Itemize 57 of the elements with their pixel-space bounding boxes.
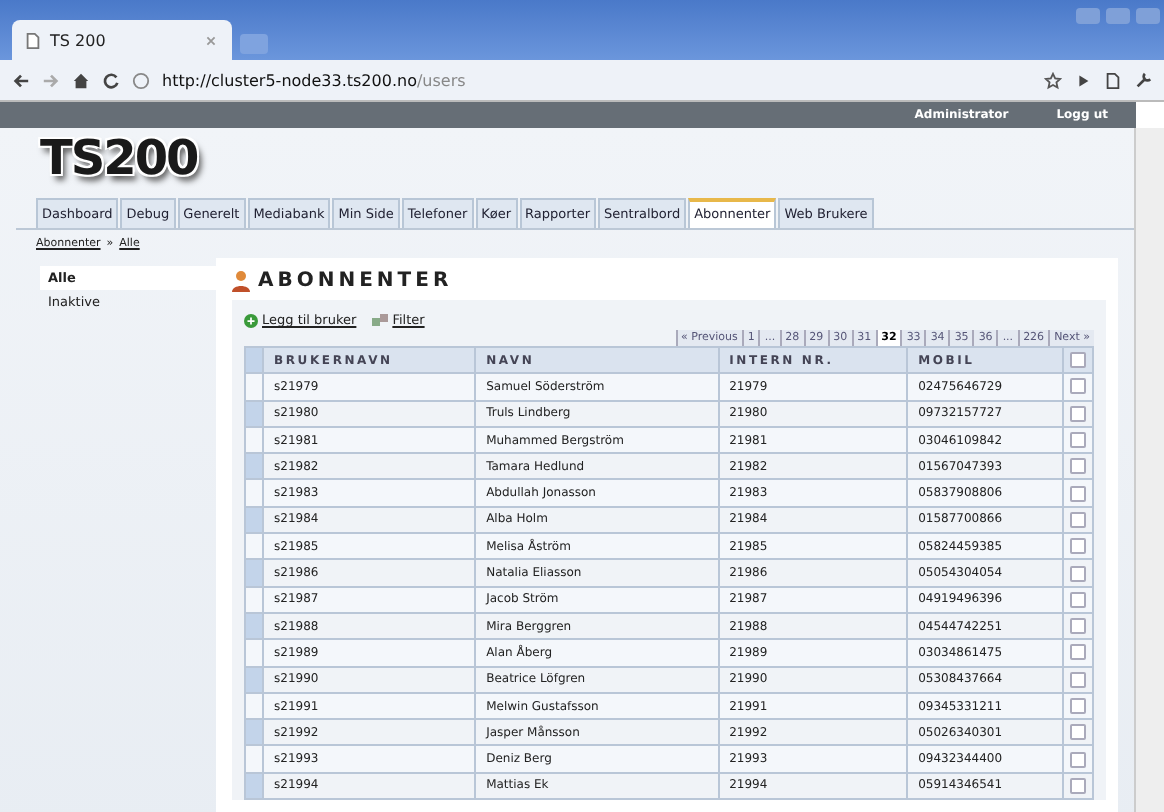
row-checkbox[interactable]	[1070, 777, 1086, 794]
wrench-icon[interactable]	[1134, 71, 1152, 89]
select-all-checkbox[interactable]	[1070, 352, 1086, 369]
row-checkbox[interactable]	[1070, 591, 1086, 608]
row-handle	[245, 426, 263, 454]
user-icon	[232, 270, 250, 292]
row-handle	[245, 612, 263, 640]
filter-icon	[372, 313, 389, 327]
row-handle	[245, 533, 263, 560]
logo: TS200	[38, 128, 200, 190]
page-icon	[24, 31, 42, 49]
reload-icon[interactable]	[102, 71, 120, 89]
play-icon[interactable]	[1074, 71, 1092, 89]
row-checkbox[interactable]	[1070, 458, 1086, 475]
row-checkbox[interactable]	[1070, 751, 1086, 768]
browser-tab[interactable]: TS 200	[12, 20, 232, 60]
row-handle	[245, 373, 263, 401]
row-checkbox[interactable]	[1070, 618, 1086, 635]
new-tab-button[interactable]	[240, 34, 268, 54]
row-checkbox[interactable]	[1070, 671, 1086, 688]
row-handle	[245, 719, 263, 746]
row-checkbox[interactable]	[1070, 405, 1086, 422]
row-checkbox[interactable]	[1070, 378, 1086, 395]
maximize-button[interactable]	[1106, 8, 1130, 24]
row-handle	[245, 639, 263, 667]
forward-icon[interactable]	[42, 71, 60, 89]
row-checkbox[interactable]	[1070, 644, 1086, 661]
plus-icon	[244, 313, 258, 327]
close-window-button[interactable]	[1136, 8, 1160, 24]
home-icon[interactable]	[72, 71, 90, 89]
row-checkbox[interactable]	[1070, 724, 1086, 741]
scrollbar[interactable]	[1134, 128, 1164, 812]
row-handle	[245, 506, 263, 534]
browser-tab-title: TS 200	[50, 31, 106, 49]
back-icon[interactable]	[12, 71, 30, 89]
address-field[interactable]: http://cluster5-node33.ts200.no/users	[162, 71, 1032, 89]
row-handle	[245, 479, 263, 507]
row-handle	[245, 400, 263, 427]
row-handle	[245, 559, 263, 587]
minimize-button[interactable]	[1076, 8, 1100, 24]
row-checkbox[interactable]	[1070, 565, 1086, 582]
row-checkbox[interactable]	[1070, 698, 1086, 714]
header-strip	[245, 347, 263, 374]
row-checkbox[interactable]	[1070, 432, 1086, 449]
row-handle	[245, 666, 263, 693]
row-handle	[245, 692, 263, 720]
row-handle	[245, 772, 263, 800]
page-menu-icon[interactable]	[1104, 71, 1122, 89]
row-handle	[245, 745, 263, 773]
row-handle	[245, 453, 263, 480]
star-icon[interactable]	[1044, 71, 1062, 89]
row-checkbox[interactable]	[1070, 538, 1086, 555]
row-checkbox[interactable]	[1070, 485, 1086, 502]
row-handle	[245, 586, 263, 613]
page-title: ABONNENTER	[258, 270, 453, 292]
close-icon[interactable]	[202, 31, 220, 49]
row-checkbox[interactable]	[1070, 511, 1086, 528]
